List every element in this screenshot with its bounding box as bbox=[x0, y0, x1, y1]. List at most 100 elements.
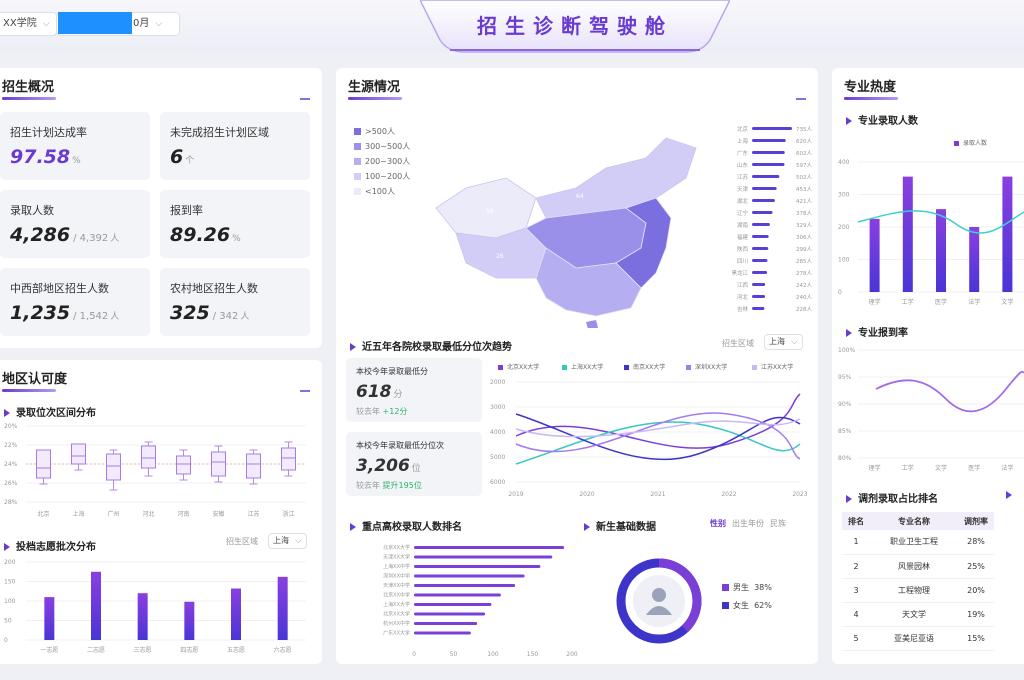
province-bar bbox=[752, 163, 785, 166]
province-bar bbox=[752, 127, 792, 130]
tab-birth-year[interactable]: 出生年份 bbox=[732, 519, 764, 528]
trend-line-chart: 2000 3000 4000 5000 60002019 2020 2021 2022 2023 bbox=[490, 379, 808, 498]
legend-swatch bbox=[354, 158, 361, 165]
school-name: 上海XX大学 bbox=[383, 601, 410, 608]
rate-x-tick: 文学 bbox=[935, 464, 947, 472]
province-value: 285人 bbox=[796, 258, 812, 265]
box-x-tick: 河南 bbox=[177, 510, 189, 518]
school-x-tick: 100 bbox=[487, 651, 499, 658]
triangle-icon bbox=[846, 329, 852, 337]
region-filter-label: 招生区域 bbox=[226, 537, 258, 546]
box-x-tick: 北京 bbox=[37, 510, 49, 518]
trend-x-tick: 2022 bbox=[721, 491, 736, 498]
kpi-value: 6个 bbox=[170, 146, 194, 168]
kpi-number: 97.58 bbox=[10, 146, 71, 168]
batch-bar bbox=[137, 593, 148, 640]
map-legend-item: <100人 bbox=[354, 186, 395, 197]
legend-label: 江苏XX大学 bbox=[761, 364, 794, 371]
province-value: 597人 bbox=[796, 162, 812, 169]
batch-bar bbox=[91, 571, 101, 640]
title-underline bbox=[2, 389, 56, 392]
triangle-icon bbox=[4, 409, 10, 417]
school-name: 杭州XX中学 bbox=[383, 620, 410, 627]
box-body bbox=[36, 449, 51, 479]
kpi-number: 6 bbox=[170, 146, 184, 168]
overview-title: 招生概况 bbox=[2, 80, 55, 95]
min-rank-label: 本校今年录取最低分位次 bbox=[356, 441, 444, 450]
china-map: 58 64 26 bbox=[435, 137, 697, 328]
box-body bbox=[71, 443, 86, 465]
tab-gender[interactable]: 性别 bbox=[710, 519, 726, 528]
kpi-label: 中西部地区招生人数 bbox=[10, 282, 109, 295]
box-x-tick: 上海 bbox=[72, 510, 84, 518]
kpi-unfinished-regions: 未完成招生计划区域 6个 bbox=[160, 112, 310, 180]
college-select[interactable]: XX学院 ⌵ bbox=[0, 12, 57, 36]
bar-y-tick: 200 bbox=[4, 559, 16, 566]
box-body bbox=[281, 447, 296, 471]
trend-subtitle-text: 近五年各院校录取最低分位次趋势 bbox=[362, 342, 512, 353]
triangle-icon bbox=[4, 543, 10, 551]
school-bar bbox=[414, 555, 553, 559]
triangle-icon bbox=[584, 523, 590, 531]
province-bar bbox=[752, 295, 766, 298]
major-cell: 天文学 bbox=[870, 602, 958, 627]
province-name: 上海 bbox=[737, 137, 749, 145]
box-x-tick: 江苏 bbox=[247, 510, 259, 518]
legend-swatch bbox=[354, 188, 361, 195]
province-name: 广东 bbox=[737, 149, 749, 157]
box-y-tick: 28% bbox=[4, 499, 18, 506]
trend-legend-item: 上海XX大学 bbox=[562, 362, 603, 371]
enroll-y-tick: 300 bbox=[838, 192, 850, 199]
kpi-number: 4,286 bbox=[10, 224, 71, 246]
legend-swatch bbox=[624, 365, 629, 370]
legend-swatch bbox=[686, 365, 691, 370]
min-score-unit: 分 bbox=[393, 390, 403, 400]
school-name: 天津XX大学 bbox=[383, 554, 410, 561]
province-bar bbox=[752, 307, 765, 310]
province-bar bbox=[752, 187, 777, 190]
col-rate: 调剂率 bbox=[958, 512, 994, 530]
school-name: 上海XX中学 bbox=[383, 563, 410, 570]
college-select-value: XX学院 bbox=[3, 18, 37, 29]
trend-legend-item: 深圳XX大学 bbox=[686, 362, 727, 371]
bar-x-tick: 一志愿 bbox=[40, 646, 58, 654]
kpi-value: 325/ 342 人 bbox=[170, 302, 249, 324]
rate-y-tick: 90% bbox=[838, 401, 852, 408]
province-value: 453人 bbox=[796, 186, 812, 193]
box-subtitle: 录取位次区间分布 bbox=[4, 404, 96, 419]
region-card: 地区认可度 录取位次区间分布 20% 22% 24% 26% 28% 北京 上海 广州 河北 河南… bbox=[0, 360, 322, 664]
map-legend-item: 200~300人 bbox=[354, 156, 410, 167]
province-bar bbox=[752, 175, 780, 178]
trend-y-tick: 4000 bbox=[490, 429, 505, 436]
province-value: 240人 bbox=[796, 294, 812, 301]
rate-x-tick: 法学 bbox=[1001, 464, 1013, 472]
bar-x-tick: 二志愿 bbox=[87, 646, 105, 654]
legend-label: <100人 bbox=[365, 187, 395, 196]
rank-cell: 5 bbox=[842, 626, 870, 651]
kpi-unit: 人 bbox=[240, 312, 250, 322]
rate-cell: 28% bbox=[958, 530, 994, 555]
legend-label: 深圳XX大学 bbox=[695, 364, 728, 371]
source-card: 生源情况 >500人 300~500人 200~300人 100~200人 <100人 … bbox=[336, 68, 818, 664]
province-name: 山东 bbox=[737, 161, 749, 169]
female-swatch bbox=[722, 602, 729, 609]
legend-swatch bbox=[354, 128, 361, 135]
triangle-icon bbox=[846, 495, 852, 503]
region-filter-select[interactable]: 上海 ⌵ bbox=[268, 533, 307, 549]
enroll-y-tick: 200 bbox=[838, 224, 850, 231]
rate-cell: 25% bbox=[958, 554, 994, 579]
kpi-value: 1,235/ 1,542 人 bbox=[10, 302, 119, 324]
min-rank-unit: 位 bbox=[411, 464, 421, 474]
bar-x-tick: 五志愿 bbox=[227, 646, 245, 654]
tab-ethnicity[interactable]: 民族 bbox=[770, 519, 786, 528]
major-card: 专业热度 专业录取人数 录取人数 400 300 200 100 0 理学 工学 医学 法学 文学… bbox=[832, 68, 1024, 664]
trend-region-select[interactable]: 上海 ⌵ bbox=[764, 334, 803, 350]
map-legend-item: >500人 bbox=[354, 126, 395, 137]
batch-bar bbox=[184, 601, 195, 640]
map-label-2: 64 bbox=[576, 193, 584, 200]
province-value: 329人 bbox=[796, 222, 812, 229]
enroll-bar bbox=[1002, 176, 1013, 292]
region-title: 地区认可度 bbox=[2, 372, 68, 387]
province-value: 242人 bbox=[796, 282, 812, 289]
enroll-swatch bbox=[954, 141, 959, 146]
